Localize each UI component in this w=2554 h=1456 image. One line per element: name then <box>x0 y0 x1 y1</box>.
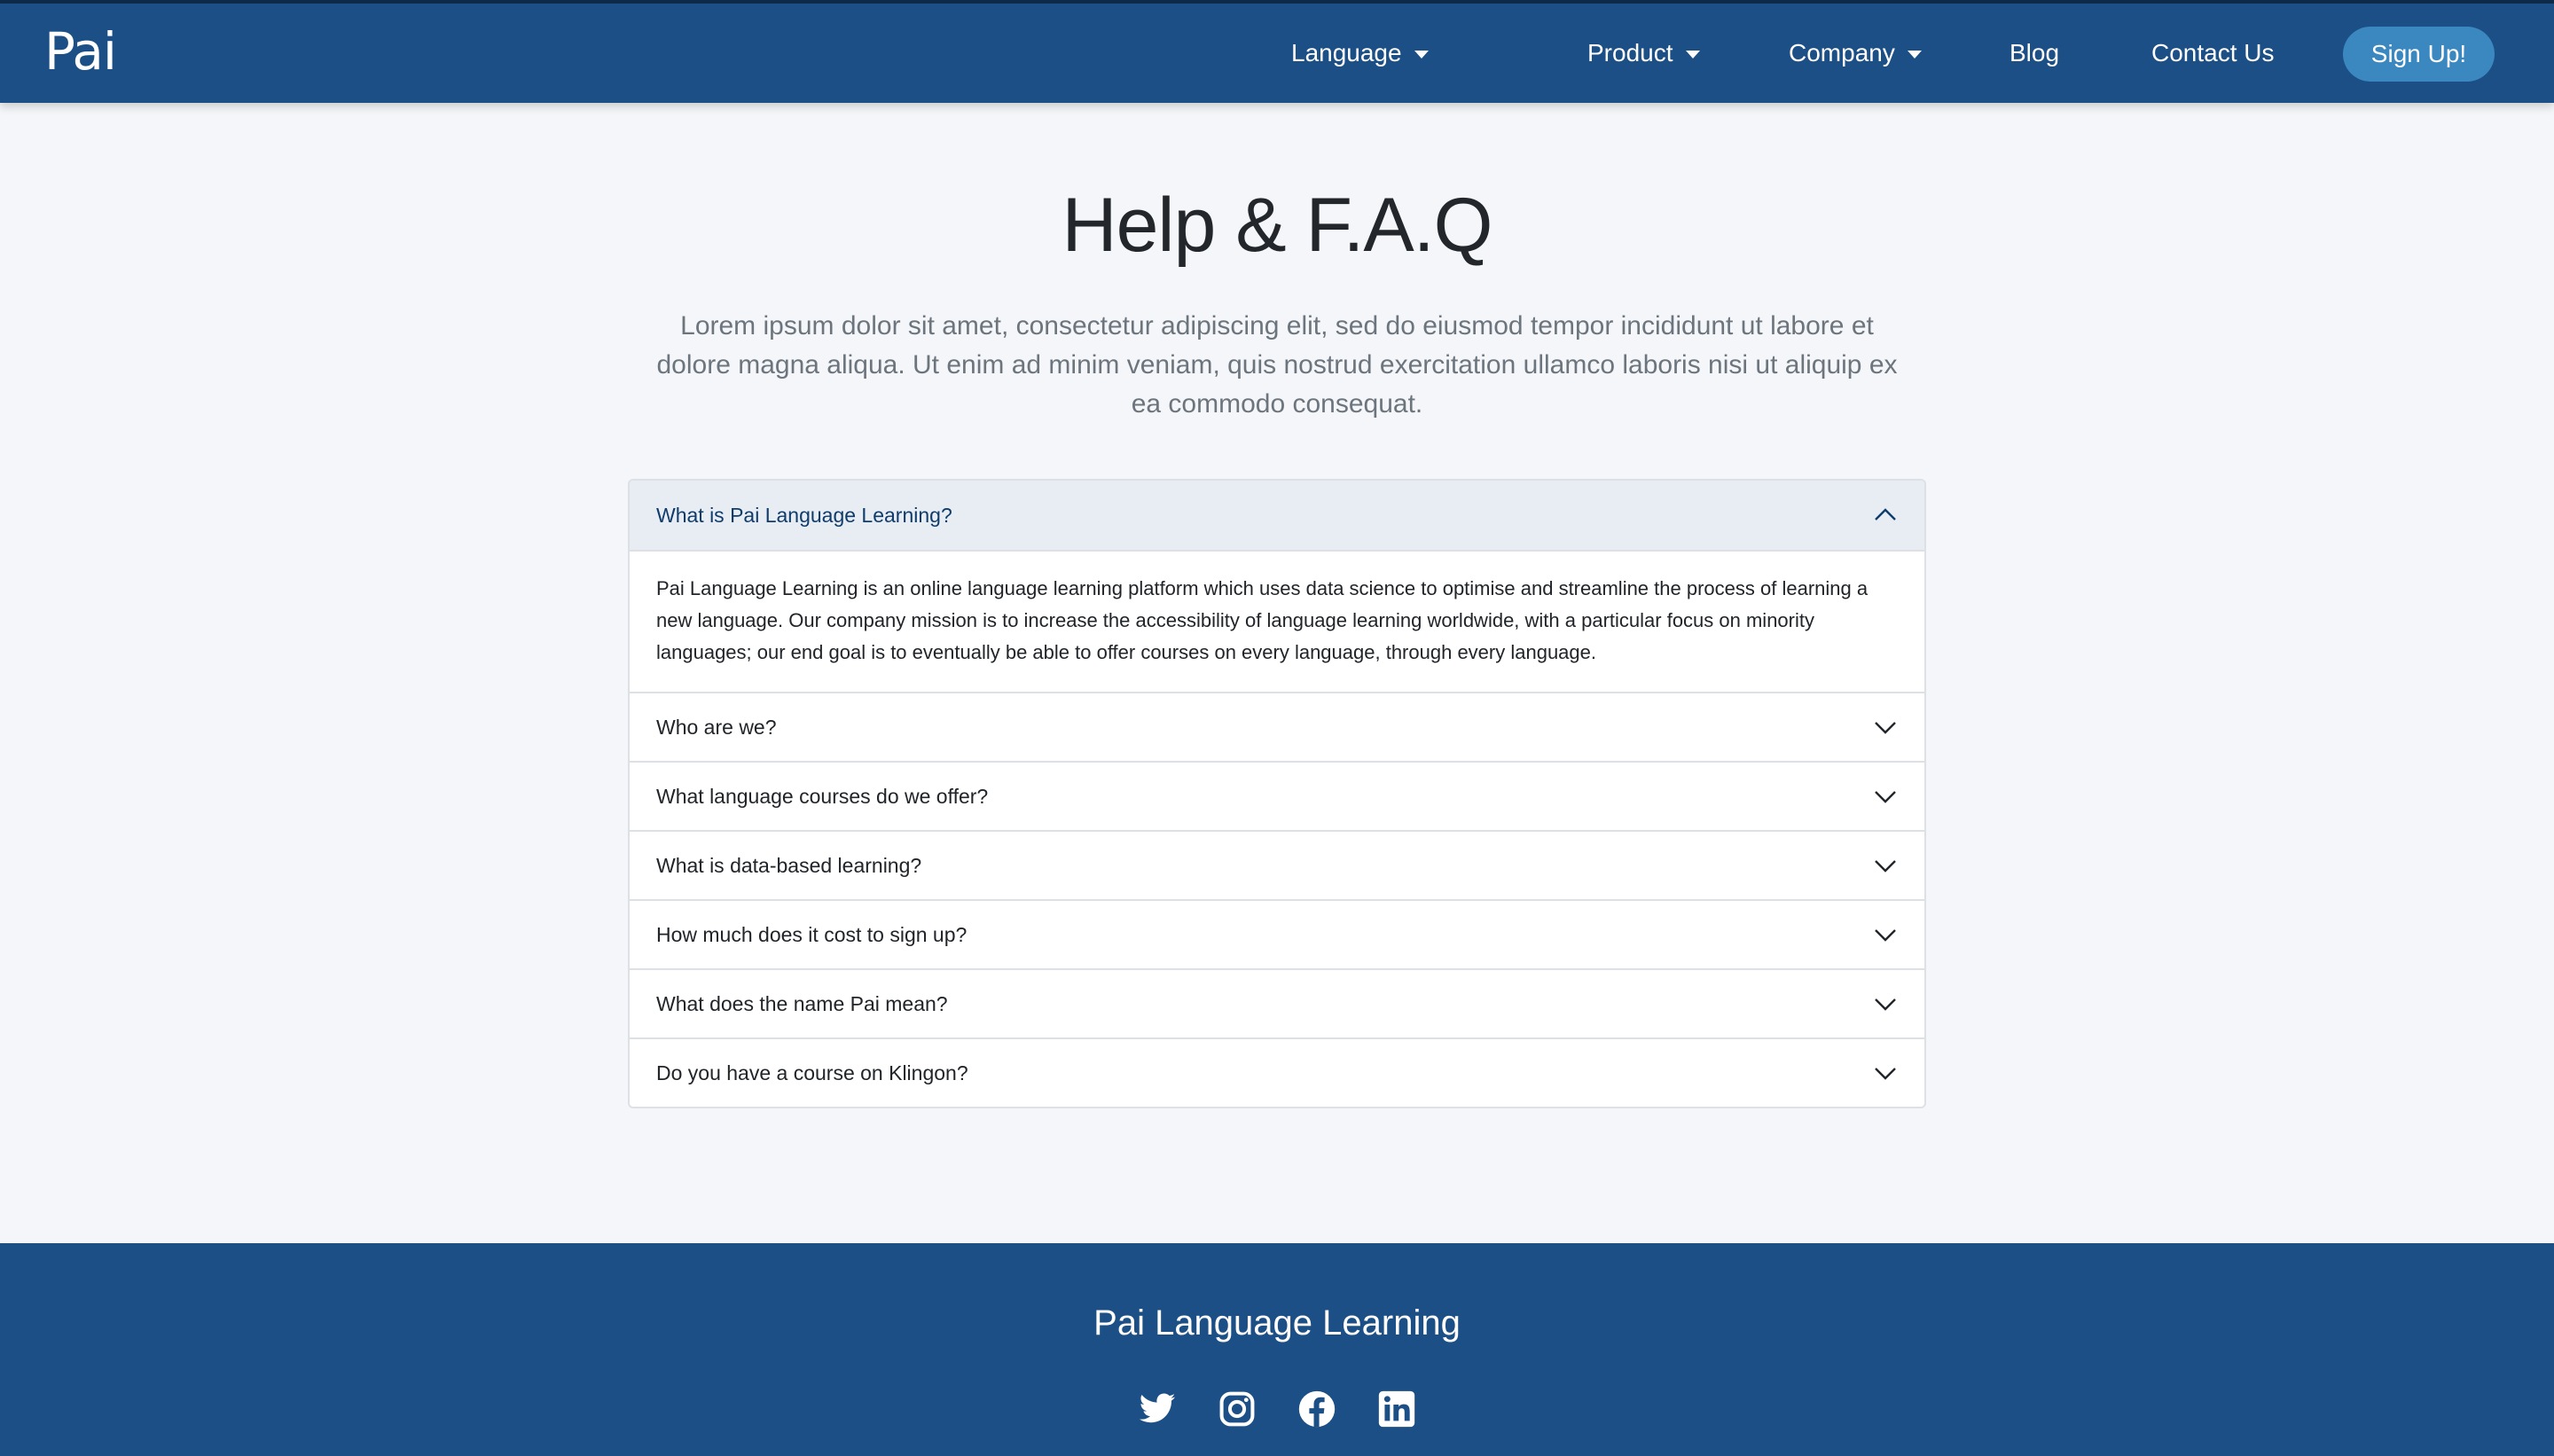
page-title: Help & F.A.Q <box>1062 183 1492 268</box>
chevron-down-icon <box>1875 791 1896 803</box>
facebook-icon[interactable] <box>1297 1389 1336 1429</box>
faq-question-7-header[interactable]: Do you have a course on Klingon? <box>630 1037 1924 1107</box>
chevron-down-icon <box>1875 722 1896 734</box>
signup-button[interactable]: Sign Up! <box>2343 27 2495 82</box>
faq-question-6-header[interactable]: What does the name Pai mean? <box>630 968 1924 1037</box>
brand-logo[interactable]: Pai <box>44 21 117 82</box>
nav-company-dropdown[interactable]: Company <box>1789 39 1922 67</box>
footer: Pai Language Learning <box>0 1243 2554 1456</box>
page-lead-text: Lorem ipsum dolor sit amet, consectetur … <box>656 311 1898 419</box>
faq-question-3-header[interactable]: What language courses do we offer? <box>630 761 1924 830</box>
faq-question-4-text: What is data-based learning? <box>656 853 922 877</box>
chevron-down-icon <box>1875 860 1896 873</box>
nav-blog-link[interactable]: Blog <box>2010 39 2059 67</box>
faq-question-5-header[interactable]: How much does it cost to sign up? <box>630 899 1924 968</box>
nav-language-label: Language <box>1291 39 1402 67</box>
faq-question-4-header[interactable]: What is data-based learning? <box>630 830 1924 899</box>
chevron-down-icon <box>1875 1068 1896 1080</box>
faq-question-5-text: How much does it cost to sign up? <box>656 922 968 946</box>
nav-company-label: Company <box>1789 39 1895 67</box>
faq-question-2-header[interactable]: Who are we? <box>630 692 1924 761</box>
nav-language-dropdown[interactable]: Language <box>1291 39 1429 67</box>
faq-question-7-text: Do you have a course on Klingon? <box>656 1061 968 1084</box>
nav-product-label: Product <box>1587 39 1673 67</box>
social-links <box>1135 1389 1419 1434</box>
caret-down-icon <box>1685 50 1700 59</box>
faq-answer-1: Pai Language Learning is an online langu… <box>630 550 1924 692</box>
chevron-up-icon <box>1875 508 1896 521</box>
twitter-icon[interactable] <box>1138 1389 1177 1429</box>
chevron-down-icon <box>1875 929 1896 942</box>
caret-down-icon <box>1414 50 1429 59</box>
faq-question-3-text: What language courses do we offer? <box>656 784 989 808</box>
caret-down-icon <box>1907 50 1922 59</box>
nav-contact-link[interactable]: Contact Us <box>2151 39 2275 67</box>
chevron-down-icon <box>1875 998 1896 1011</box>
footer-title: Pai Language Learning <box>1093 1303 1461 1342</box>
faq-question-2-text: Who are we? <box>656 715 777 739</box>
faq-question-1-header[interactable]: What is Pai Language Learning? <box>630 481 1924 550</box>
navbar: Pai Language Product Company Blog Contac… <box>0 0 2554 103</box>
faq-question-6-text: What does the name Pai mean? <box>656 991 948 1015</box>
faq-accordion: What is Pai Language Learning? Pai Langu… <box>628 479 1926 1108</box>
faq-question-1-text: What is Pai Language Learning? <box>656 503 952 527</box>
instagram-icon[interactable] <box>1218 1389 1257 1429</box>
nav-product-dropdown[interactable]: Product <box>1587 39 1700 67</box>
linkedin-icon[interactable] <box>1377 1389 1416 1429</box>
